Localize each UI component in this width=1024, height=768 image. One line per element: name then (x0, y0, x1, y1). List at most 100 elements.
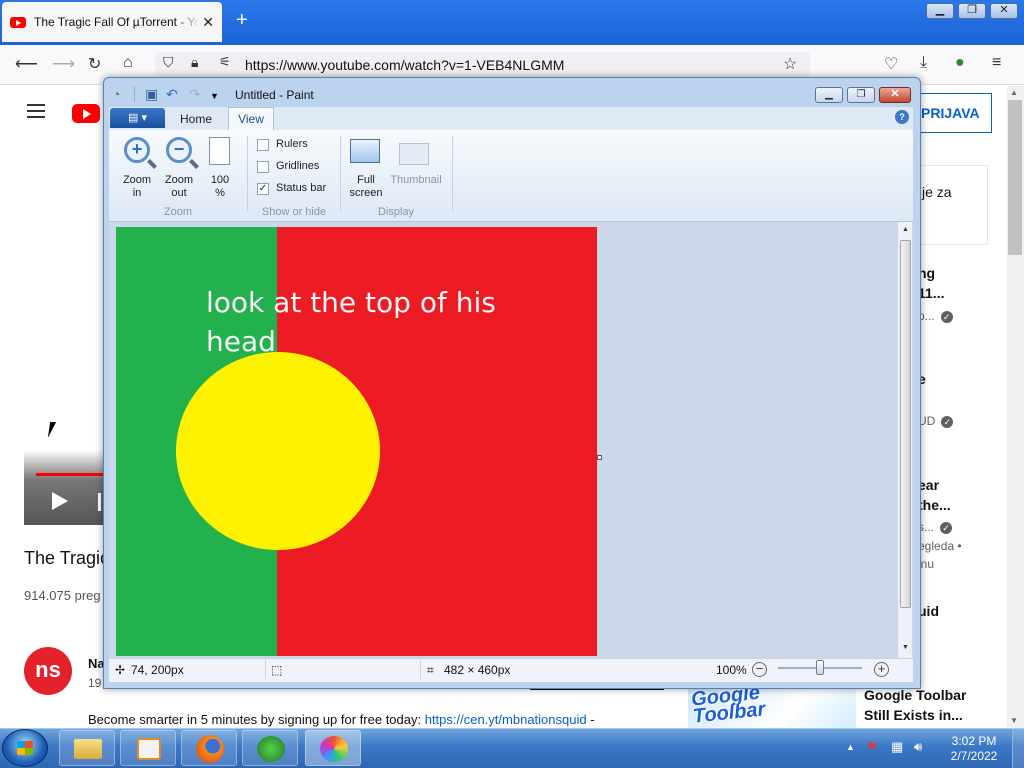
scroll-down-arrow-icon[interactable]: ▼ (902, 644, 909, 651)
related-3-title-a[interactable]: ear (918, 477, 939, 493)
scroll-up-arrow-icon[interactable]: ▲ (1010, 88, 1018, 97)
sign-in-button[interactable]: PRIJAVA (916, 93, 992, 133)
new-tab-button[interactable]: + (236, 9, 248, 32)
zoom-out-button[interactable]: − Zoom out (163, 137, 195, 201)
browser-tab-youtube[interactable]: The Tragic Fall Of µTorrent - YouTube ✕ (2, 2, 222, 42)
next-icon[interactable] (98, 493, 101, 511)
app-menu-icon[interactable]: ≡ (992, 54, 1001, 72)
url-text[interactable]: https://www.youtube.com/watch?v=1-VEB4NL… (245, 57, 564, 73)
paint-scrollbar-thumb[interactable] (900, 240, 911, 608)
zoom-100-button[interactable]: 100% (204, 137, 236, 201)
browser-close-button[interactable]: ✕ (990, 3, 1018, 19)
paint-minimize-button[interactable]: ▁ (815, 87, 843, 103)
permissions-icon[interactable]: ⚟ (219, 54, 231, 70)
bookmark-star-icon[interactable]: ☆ (783, 54, 797, 74)
status-bar-label[interactable]: Status bar (276, 182, 326, 195)
zoom-slider-knob[interactable] (816, 660, 824, 675)
related-5-title-line-2: Still Exists in... (864, 707, 963, 723)
zoom-out-label-line-1: Zoom (164, 174, 194, 186)
help-icon[interactable]: ? (895, 110, 909, 124)
network-icon[interactable]: ▦ (891, 739, 903, 755)
zoom-in-small-button[interactable]: + (874, 662, 889, 677)
tab-title: The Tragic Fall Of µTorrent - YouTube (34, 15, 201, 29)
taskbar-media-player[interactable] (120, 730, 176, 766)
tab-close-icon[interactable]: ✕ (202, 14, 214, 31)
view-count: 914.075 preg (24, 588, 101, 603)
related-3-title-b[interactable]: the... (918, 497, 951, 513)
folder-icon (74, 739, 102, 759)
play-icon[interactable] (52, 492, 68, 510)
reload-icon[interactable]: ↻ (88, 54, 101, 74)
full-screen-label-line-1: Full (357, 174, 375, 186)
video-description: Become smarter in 5 minutes by signing u… (88, 712, 595, 727)
pocket-icon[interactable]: ♡ (884, 54, 898, 74)
youtube-logo-icon[interactable] (72, 104, 100, 123)
home-icon[interactable]: ⌂ (123, 54, 133, 72)
paint-restore-button[interactable]: ❐ (847, 87, 875, 103)
back-arrow-icon[interactable]: ⟵ (15, 54, 38, 74)
page-scrollbar-thumb[interactable] (1008, 100, 1022, 255)
related-4-title[interactable]: uid (918, 603, 939, 619)
tab-home[interactable]: Home (180, 112, 212, 126)
rulers-label[interactable]: Rulers (276, 138, 308, 151)
zoom-in-button[interactable]: + Zoom in (121, 137, 153, 201)
browser-restore-button[interactable]: ❐ (958, 3, 986, 19)
lock-icon[interactable]: 🔒︎ (191, 54, 198, 71)
page-100-icon (209, 137, 230, 165)
save-icon[interactable]: ▣ (145, 86, 158, 103)
description-link[interactable]: https://cen.yt/mbnationsquid (425, 712, 587, 727)
tab-view[interactable]: View (228, 107, 274, 131)
start-button[interactable] (2, 729, 48, 767)
gridlines-checkbox[interactable] (257, 161, 269, 173)
paint-file-menu-button[interactable]: ▤ ▾ (110, 108, 165, 128)
system-clock[interactable]: 3:02 PM 2/7/2022 (944, 734, 1004, 764)
related-3-views: egleda • (918, 539, 962, 553)
tray-expand-icon[interactable]: ▲ (846, 742, 855, 752)
clock-time: 3:02 PM (951, 734, 997, 748)
status-separator (420, 660, 421, 679)
action-center-icon[interactable]: ⚑ (866, 739, 878, 755)
rulers-checkbox[interactable] (257, 139, 269, 151)
google-toolbar-logo: Google Toolbar (690, 682, 766, 728)
taskbar-explorer[interactable] (59, 730, 115, 766)
forward-arrow-icon[interactable]: ⟶ (52, 54, 75, 74)
full-screen-button[interactable]: Full screen (347, 137, 385, 201)
related-1-title-b[interactable]: 11... (918, 285, 944, 301)
taskbar-firefox[interactable] (181, 730, 237, 766)
redo-icon[interactable]: ↷ (189, 86, 201, 103)
shield-icon[interactable]: ⛉ (163, 54, 174, 71)
customize-quick-access-icon[interactable]: ▼ (210, 91, 219, 101)
volume-icon[interactable]: 🔊︎ (914, 739, 922, 755)
taskbar-download-manager[interactable] (242, 730, 298, 766)
canvas-yellow-circle[interactable] (176, 352, 380, 550)
paint-close-button[interactable]: ✕ (879, 87, 911, 103)
mouse-cursor-icon (47, 422, 63, 438)
scroll-down-arrow-icon[interactable]: ▼ (1010, 716, 1018, 725)
zoom-100-label-line-2: % (215, 187, 225, 199)
downloads-icon[interactable]: ⤓ (920, 54, 927, 72)
zoom-out-small-button[interactable]: − (752, 662, 767, 677)
progress-bar[interactable] (36, 473, 106, 476)
full-screen-icon (350, 139, 380, 163)
related-5-title[interactable]: Google Toolbar Still Exists in... (864, 685, 966, 725)
status-bar-checkbox[interactable]: ✓ (257, 183, 269, 195)
zoom-out-label: Zoom out (163, 174, 195, 200)
thumbnail-icon (399, 143, 429, 165)
channel-avatar[interactable]: ns (24, 647, 72, 695)
zoom-100-label: 100% (204, 174, 236, 200)
paint-app-icon[interactable]: ◔ (112, 86, 120, 102)
browser-minimize-button[interactable]: ▁ (926, 3, 954, 19)
channel-subscribers: 19 (88, 676, 102, 690)
show-desktop-button[interactable] (1012, 729, 1024, 768)
canvas-resize-handle[interactable] (597, 455, 602, 460)
hamburger-menu-icon[interactable] (27, 104, 45, 118)
paint-window-title: Untitled - Paint (235, 88, 314, 102)
scroll-up-arrow-icon[interactable]: ▲ (902, 226, 909, 233)
thumbnail-button[interactable]: Thumbnail (387, 137, 445, 201)
video-title: The Tragic (24, 548, 110, 568)
paint-status-bar (109, 658, 913, 682)
gridlines-label[interactable]: Gridlines (276, 160, 319, 173)
extension-globe-icon[interactable]: ● (955, 54, 965, 72)
undo-icon[interactable]: ↶ (166, 86, 178, 103)
taskbar-paint[interactable] (305, 730, 361, 766)
